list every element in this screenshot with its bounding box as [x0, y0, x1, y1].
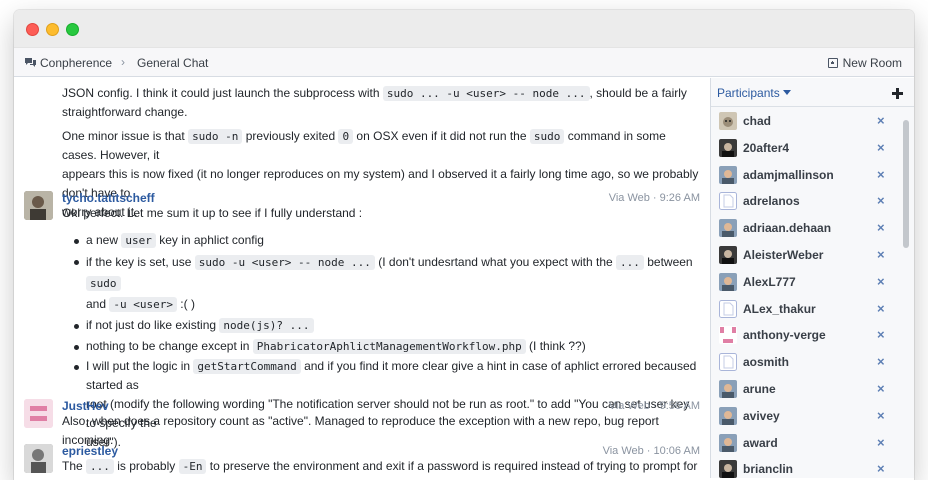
participant-item[interactable]: arune ×	[711, 378, 901, 404]
participant-item[interactable]: chad ×	[711, 110, 901, 136]
avatar[interactable]	[24, 191, 53, 220]
remove-participant-icon[interactable]: ×	[877, 220, 885, 235]
avatar[interactable]	[24, 399, 53, 428]
participants-sidebar: Participants chad × 20after4 × adamjmallinso…	[710, 78, 914, 478]
participant-name[interactable]: AleisterWeber	[743, 248, 823, 262]
participant-name[interactable]: adamjmallinson	[743, 168, 834, 182]
participant-name[interactable]: aosmith	[743, 355, 789, 369]
list-item: nothing to be change except in Phabricat…	[74, 337, 702, 356]
breadcrumb-room: General Chat	[137, 56, 209, 70]
remove-participant-icon[interactable]: ×	[877, 381, 885, 396]
participant-name[interactable]: arune	[743, 382, 776, 396]
participant-avatar[interactable]	[719, 192, 737, 210]
participant-avatar[interactable]	[719, 166, 737, 184]
remove-participant-icon[interactable]: ×	[877, 461, 885, 476]
participant-avatar[interactable]	[719, 407, 737, 425]
remove-participant-icon[interactable]: ×	[877, 354, 885, 369]
participant-item[interactable]: award ×	[711, 432, 901, 458]
message-text: Oki perfect. Let me sum it up to see if …	[62, 206, 363, 220]
chat-bubbles-icon	[25, 58, 36, 67]
list-item: if not just do like existing node(js)? .…	[74, 316, 702, 336]
participant-item[interactable]: ALex_thakur ×	[711, 298, 901, 324]
participant-name[interactable]: chad	[743, 114, 771, 128]
participant-avatar[interactable]	[719, 246, 737, 264]
participant-item[interactable]: AlexL777 ×	[711, 271, 901, 297]
participant-avatar[interactable]	[719, 460, 737, 478]
new-room-label: New Room	[842, 56, 902, 70]
participant-item[interactable]: aosmith ×	[711, 351, 901, 377]
avatar[interactable]	[24, 444, 53, 473]
participant-avatar[interactable]	[719, 112, 737, 130]
remove-participant-icon[interactable]: ×	[877, 408, 885, 423]
participant-name[interactable]: anthony-verge	[743, 328, 826, 342]
participant-name[interactable]: brianclin	[743, 462, 793, 476]
participant-name[interactable]: 20after4	[743, 141, 789, 155]
participant-avatar[interactable]	[719, 380, 737, 398]
participant-item[interactable]: AleisterWeber ×	[711, 244, 901, 270]
scrollbar[interactable]	[902, 110, 910, 478]
participant-name[interactable]: AlexL777	[743, 275, 796, 289]
participant-name[interactable]: ALex_thakur	[743, 302, 816, 316]
title-bar	[14, 10, 914, 48]
participant-avatar[interactable]	[719, 434, 737, 452]
breadcrumb: Conpherence › General Chat New Room	[14, 48, 914, 77]
app-window: Conpherence › General Chat New Room JSON…	[14, 10, 914, 480]
divider	[711, 106, 914, 107]
remove-participant-icon[interactable]: ×	[877, 327, 885, 342]
zoom-window-button[interactable]	[66, 23, 79, 36]
plus-square-icon	[827, 58, 838, 68]
new-room-button[interactable]: New Room	[827, 56, 902, 70]
participant-item[interactable]: avivey ×	[711, 405, 901, 431]
participants-dropdown[interactable]: Participants	[717, 86, 791, 100]
breadcrumb-app-link[interactable]: Conpherence	[40, 56, 112, 70]
remove-participant-icon[interactable]: ×	[877, 140, 885, 155]
participant-name[interactable]: adrelanos	[743, 194, 800, 208]
participant-avatar[interactable]	[719, 139, 737, 157]
minimize-window-button[interactable]	[46, 23, 59, 36]
remove-participant-icon[interactable]: ×	[877, 435, 885, 450]
remove-participant-icon[interactable]: ×	[877, 301, 885, 316]
participant-item[interactable]: adamjmallinson ×	[711, 164, 901, 190]
participant-avatar[interactable]	[719, 326, 737, 344]
participant-item[interactable]: brianclin ×	[711, 458, 901, 480]
list-item: if the key is set, use sudo -u <user> --…	[74, 252, 702, 315]
participant-name[interactable]: adriaan.dehaan	[743, 221, 831, 235]
caret-down-icon	[782, 90, 791, 95]
remove-participant-icon[interactable]: ×	[877, 113, 885, 128]
participant-name[interactable]: award	[743, 436, 778, 450]
plus-icon	[892, 88, 903, 99]
remove-participant-icon[interactable]: ×	[877, 247, 885, 262]
participant-avatar[interactable]	[719, 219, 737, 237]
participant-name[interactable]: avivey	[743, 409, 780, 423]
participant-avatar[interactable]	[719, 273, 737, 291]
list-item: a new user key in aphlict config	[74, 231, 702, 252]
participant-avatar[interactable]	[719, 353, 737, 371]
participant-item[interactable]: adrelanos ×	[711, 190, 901, 216]
add-participant-button[interactable]	[892, 84, 903, 104]
message-paragraph: JSON config. I think it could just launc…	[62, 86, 687, 119]
remove-participant-icon[interactable]: ×	[877, 274, 885, 289]
participant-item[interactable]: 20after4 ×	[711, 137, 901, 163]
participant-item[interactable]: anthony-verge ×	[711, 324, 901, 350]
breadcrumb-separator: ›	[121, 55, 125, 69]
remove-participant-icon[interactable]: ×	[877, 167, 885, 182]
close-window-button[interactable]	[26, 23, 39, 36]
chat-transcript: JSON config. I think it could just launc…	[14, 78, 710, 478]
participant-item[interactable]: adriaan.dehaan ×	[711, 217, 901, 243]
remove-participant-icon[interactable]: ×	[877, 193, 885, 208]
scrollbar-thumb[interactable]	[903, 120, 909, 248]
participant-avatar[interactable]	[719, 300, 737, 318]
